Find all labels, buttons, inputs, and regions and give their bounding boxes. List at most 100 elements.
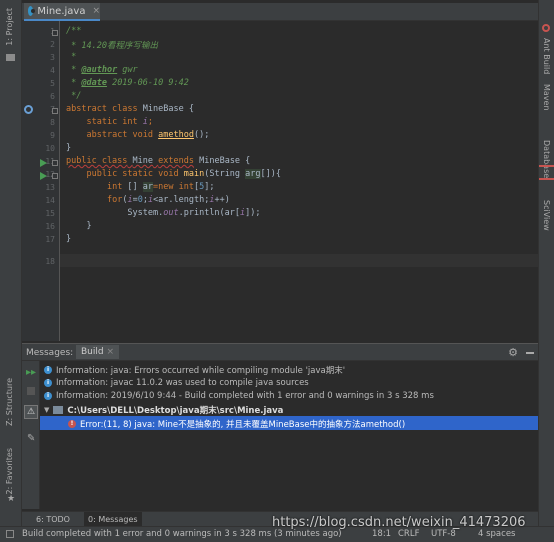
info-icon: i [44,391,52,400]
line-number: 10 [45,144,55,153]
message-row[interactable]: i Information: java: Errors occurred whil… [44,363,345,376]
keyword: int [106,182,123,192]
messages-tool-tab[interactable]: 0: Messages [84,512,142,527]
code-text: [] [122,182,143,192]
code-text: System. [127,208,164,218]
code-line-16: } [66,221,91,231]
build-tab[interactable]: Build × [76,345,120,359]
editor-tab-mine-java[interactable]: Mine.java × [24,3,100,21]
error-text: Error:(11, 8) java: Mine不是抽象的, 并且未覆盖Mine… [80,419,406,430]
layout-icon[interactable] [6,530,14,538]
line-number: 18 [45,257,55,266]
line-number: 8 [50,118,55,127]
left-tool-strip: 1: Project Z: Structure 2: Favorites ★ [0,0,22,526]
variable-name: ar [142,182,154,192]
line-number: 3 [50,53,55,62]
line-number: 17 [45,235,55,244]
code-line-5: * @date 2019-06-10 9:42 [66,78,189,88]
stop-icon[interactable] [27,387,35,395]
message-text: Information: javac 11.0.2 was used to co… [56,377,309,388]
messages-title: Messages: [26,348,74,358]
line-number: 6 [50,92,55,101]
code-line-4: * @author gwr [66,65,138,75]
editor-tab-label: Mine.java [37,5,86,17]
keyword: public static void [86,169,179,179]
keyword: static int [86,117,138,127]
comment-text: gwr [117,65,138,75]
code-line-12: public static void main(String arg[]){ [66,169,281,179]
code-text: } [66,143,72,153]
info-icon: i [44,378,52,387]
method-name: amethod [158,130,194,140]
message-text: Information: java: Errors occurred while… [56,365,346,376]
fold-icon[interactable] [52,30,58,36]
rerun-icon[interactable]: ▸▸ [26,367,36,378]
expand-arrow-icon[interactable]: ▼ [44,406,49,414]
run-icon[interactable] [40,159,47,167]
minimize-icon[interactable] [526,352,534,354]
code-line-11: public class Mine extends MineBase { [66,156,250,166]
status-encoding[interactable]: UTF-8 [431,529,456,539]
todo-tab[interactable]: 6: TODO [32,512,74,527]
file-icon [53,405,64,414]
close-icon[interactable]: × [92,6,100,16]
status-build-text: Build completed with 1 error and 0 warni… [22,529,342,539]
right-tool-strip: Ant Build Maven Database SciView [538,0,554,526]
message-row[interactable]: i Information: 2019/6/10 9:44 - Build com… [44,389,434,402]
sciview-tool-tab[interactable]: SciView [542,200,551,231]
number-literal: 0 [137,195,143,205]
javadoc-tag: @date [81,78,107,88]
code-line-2: * 14.20看程序写输出 [66,39,158,51]
ant-build-tool-tab[interactable]: Ant Build [542,38,551,74]
project-tool-tab[interactable]: 1: Project [5,8,14,46]
line-number: 2 [50,40,55,49]
keyword: int [178,182,195,192]
code-text: } [66,234,72,244]
database-tool-tab[interactable]: Database [542,140,551,178]
error-indicator-icon [542,24,550,32]
run-icon[interactable] [40,172,47,180]
file-path-row[interactable]: ▼ C:\Users\DELL\Desktop\java期末\src\Mine.j… [44,403,283,416]
error-stripe [539,178,554,180]
field-name: out [163,208,179,218]
maven-tool-tab[interactable]: Maven [542,84,551,111]
editor-gutter: 1 2 3 4 5 6 7 8 9 10 11 12 13 14 15 16 1… [22,21,60,341]
code-line-6: */ [66,91,81,101]
error-row[interactable]: ! Error:(11, 8) java: Mine不是抽象的, 并且未覆盖Min… [68,417,405,430]
info-icon: i [44,365,52,374]
keyword: abstract void [86,130,154,140]
close-icon[interactable]: × [106,347,114,357]
line-number: 13 [45,183,55,192]
error-icon: ! [68,419,76,428]
warning-filter-icon[interactable]: ⚠ [24,405,38,419]
line-number: 14 [45,196,55,205]
keyword: extends [158,156,194,166]
comment-text: * [66,52,77,62]
status-line-separator[interactable]: CRLF [398,529,419,539]
keyword: public class [66,156,128,166]
code-line-15: System.out.println(ar[i]); [127,208,261,218]
fold-icon[interactable] [52,173,58,179]
fold-icon[interactable] [52,160,58,166]
favorites-tool-tab[interactable]: 2: Favorites [5,448,14,494]
message-row[interactable]: i Information: javac 11.0.2 was used to c… [44,376,309,389]
class-name: MineBase { [137,104,194,114]
messages-toolbar: ▸▸ ⚠ ✎ [22,361,40,509]
fold-icon[interactable] [52,108,58,114]
code-text: ]; [204,182,215,192]
keyword: =new [153,182,174,192]
code-text: <ar.length; [153,195,210,205]
gear-icon[interactable]: ⚙ [508,346,518,359]
wrench-icon[interactable]: ✎ [27,433,35,444]
code-editor[interactable]: 1 2 3 4 5 6 7 8 9 10 11 12 13 14 15 16 1… [22,21,538,341]
error-stripe [539,165,554,167]
java-class-icon [28,6,36,16]
code-text: ++) [214,195,230,205]
code-line-3: * [66,52,76,62]
build-tab-label: Build [81,347,104,357]
messages-tab-label: 0: Messages [88,515,138,524]
status-indent[interactable]: 4 spaces [478,529,515,539]
status-position[interactable]: 18:1 [372,529,391,539]
todo-tab-label: 6: TODO [36,515,70,524]
structure-tool-tab[interactable]: Z: Structure [5,378,14,426]
